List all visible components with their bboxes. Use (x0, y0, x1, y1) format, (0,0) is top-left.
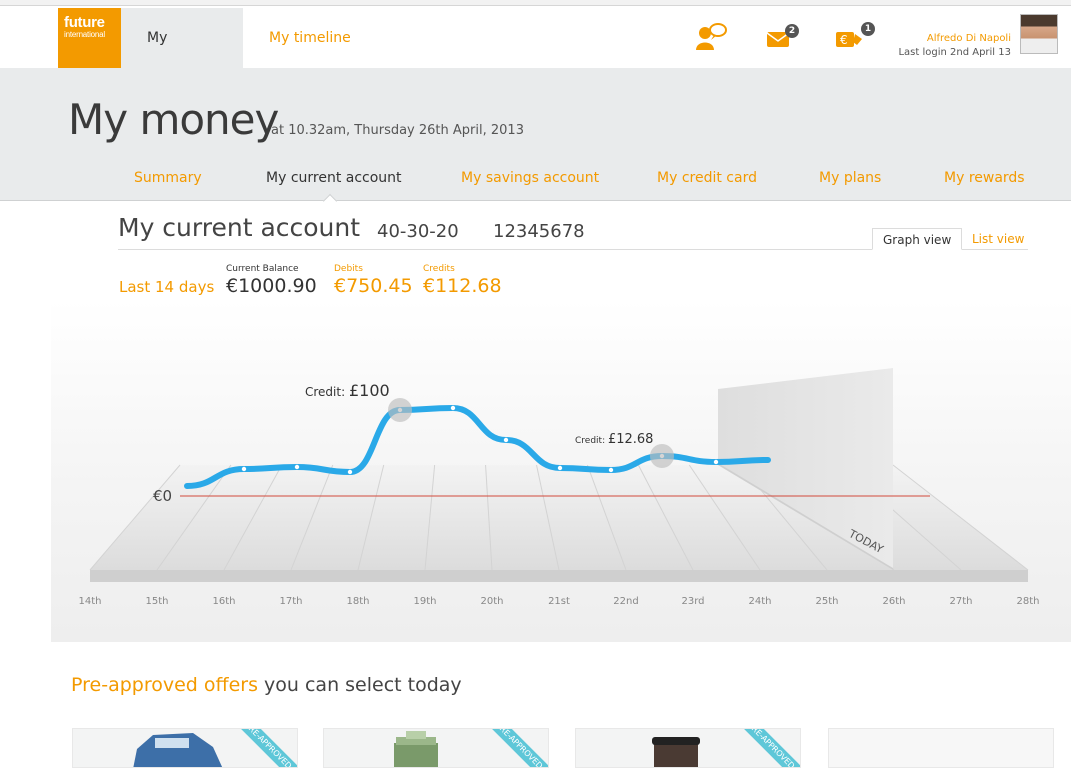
x-tick-label: 28th (1017, 596, 1040, 607)
graph-view-tab[interactable]: Graph view (872, 228, 963, 250)
mail-icon[interactable]: 2 (765, 22, 799, 52)
subnav-current-account[interactable]: My current account (266, 170, 402, 186)
x-tick-label: 19th (414, 596, 437, 607)
x-tick-label: 15th (146, 596, 169, 607)
x-tick-label: 14th (79, 596, 102, 607)
tab-my-money[interactable]: My money (121, 8, 243, 106)
subnav-plans[interactable]: My plans (819, 170, 881, 186)
x-tick-label: 21st (548, 596, 570, 607)
account-number: 12345678 (493, 221, 585, 242)
offer-card-empty[interactable] (828, 728, 1054, 768)
offers-heading-highlight: Pre-approved offers (71, 674, 258, 696)
x-tick-label: 18th (347, 596, 370, 607)
debits-label: Debits (334, 264, 363, 274)
zero-label: €0 (153, 487, 172, 505)
sort-code: 40-30-20 (377, 221, 459, 242)
credits-value: €112.68 (423, 275, 502, 297)
subnav-rewards[interactable]: My rewards (944, 170, 1025, 186)
top-header: future international My money My timelin… (0, 6, 1071, 106)
subnav-credit-card[interactable]: My credit card (657, 170, 757, 186)
offer-card-loan[interactable]: PRE-APPROVED (323, 728, 549, 768)
period-selector[interactable]: Last 14 days (119, 278, 214, 296)
offers-heading: Pre-approved offers you can select today (71, 674, 462, 696)
messages-badge: 2 (785, 24, 799, 38)
balance-chart: €0 14th 15th 16th 17th 18th 19th 20th 21st 22nd 2… (51, 300, 1071, 642)
chat-icon[interactable] (694, 22, 728, 52)
last-login: Last login 2nd April 13 (898, 47, 1011, 58)
avatar[interactable] (1020, 14, 1058, 54)
x-tick-label: 24th (749, 596, 772, 607)
brand-logo[interactable]: future international (58, 8, 121, 68)
debits-value: €750.45 (334, 275, 413, 297)
x-tick-label: 17th (280, 596, 303, 607)
balance-value: €1000.90 (226, 275, 317, 297)
balance-label: Current Balance (226, 264, 299, 274)
user-name[interactable]: Alfredo Di Napoli (898, 32, 1011, 46)
svg-text:€: € (840, 33, 848, 47)
x-tick-label: 20th (481, 596, 504, 607)
data-point[interactable] (347, 469, 353, 475)
x-tick-label: 25th (816, 596, 839, 607)
data-point[interactable] (608, 467, 614, 473)
data-point[interactable] (294, 464, 300, 470)
data-point[interactable] (713, 459, 719, 465)
x-tick-label: 22nd (613, 596, 638, 607)
credit-marker[interactable] (388, 398, 412, 422)
data-point[interactable] (557, 465, 563, 471)
page-timestamp: at 10.32am, Thursday 26th April, 2013 (271, 123, 524, 138)
x-tick-label: 27th (950, 596, 973, 607)
offer-card-card[interactable]: PRE-APPROVED (575, 728, 801, 768)
list-view-tab[interactable]: List view (962, 228, 1034, 250)
x-tick-label: 26th (883, 596, 906, 607)
credits-label: Credits (423, 264, 455, 274)
data-point[interactable] (450, 405, 456, 411)
subnav-summary[interactable]: Summary (134, 170, 202, 186)
offers-badge: 1 (861, 22, 875, 36)
account-title: My current account (118, 213, 361, 242)
chart-base (90, 570, 1028, 582)
logo-wordmark: future (64, 14, 105, 31)
euro-tag-icon[interactable]: € 1 (835, 22, 875, 52)
offers-heading-rest: you can select today (258, 674, 462, 696)
tab-my-timeline[interactable]: My timeline (243, 8, 377, 68)
user-info[interactable]: Alfredo Di Napoli Last login 2nd April 1… (898, 32, 1011, 60)
credit-marker[interactable] (650, 444, 674, 468)
offer-card-car[interactable]: PRE-APPROVED (72, 728, 298, 768)
page-title: My money (68, 95, 279, 144)
logo-subtitle: international (64, 30, 105, 39)
data-point[interactable] (241, 466, 247, 472)
data-point[interactable] (503, 437, 509, 443)
subnav-savings-account[interactable]: My savings account (461, 170, 599, 186)
x-tick-label: 16th (213, 596, 236, 607)
x-tick-label: 23rd (681, 596, 704, 607)
